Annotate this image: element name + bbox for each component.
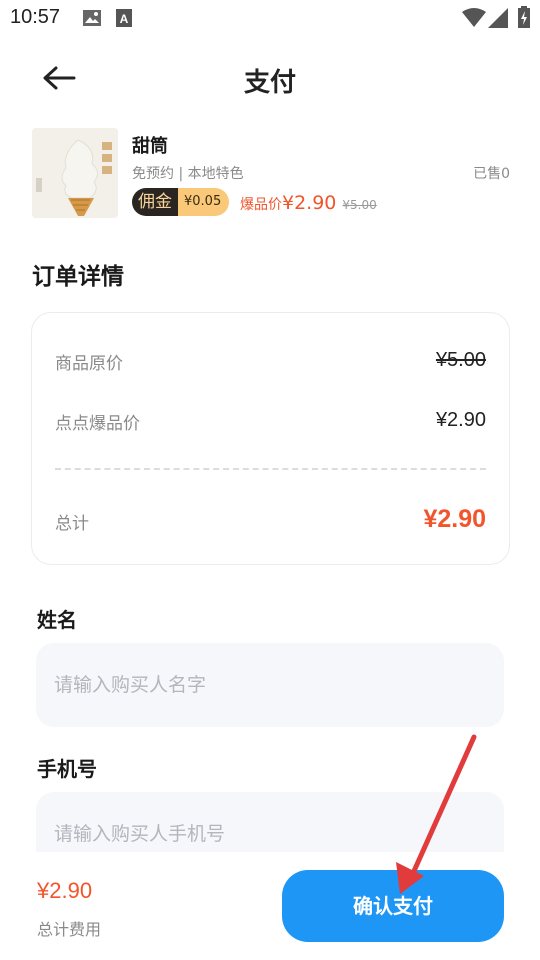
order-details-title: 订单详情 bbox=[32, 264, 124, 290]
product-tags: 免预约 | 本地特色 bbox=[132, 166, 244, 182]
status-bar: 10:57 A bbox=[0, 0, 540, 36]
text-notification-icon: A bbox=[116, 9, 132, 31]
confirm-pay-button[interactable]: 确认支付 bbox=[282, 870, 504, 942]
product-summary: 甜筒 免预约 | 本地特色 已售0 佣金 ¥0.05 爆品价 ¥2.90 ¥5.… bbox=[32, 128, 512, 220]
footer-total-caption: 总计费用 bbox=[37, 920, 102, 939]
page-title: 支付 bbox=[243, 68, 296, 98]
product-image bbox=[32, 128, 118, 218]
footer-total-price: ¥2.90 bbox=[37, 878, 93, 903]
commission-badge: 佣金 ¥0.05 bbox=[132, 188, 230, 216]
dashed-divider bbox=[55, 468, 486, 470]
price-value: ¥2.90 bbox=[282, 192, 337, 214]
product-name: 甜筒 bbox=[132, 136, 168, 157]
name-label: 姓名 bbox=[37, 608, 77, 632]
commission-label: 佣金 bbox=[132, 188, 178, 216]
name-field-box bbox=[36, 643, 504, 727]
total-value: ¥2.90 bbox=[423, 505, 486, 533]
svg-text:A: A bbox=[120, 12, 129, 26]
original-price: ¥5.00 bbox=[342, 198, 377, 212]
price-row: 爆品价 ¥2.90 ¥5.00 bbox=[240, 192, 377, 214]
wifi-icon bbox=[462, 8, 486, 32]
sold-count: 已售0 bbox=[473, 166, 510, 182]
detail-label: 点点爆品价 bbox=[55, 414, 140, 434]
commission-value: ¥0.05 bbox=[178, 188, 230, 216]
footer-bar: ¥2.90 总计费用 确认支付 bbox=[0, 852, 540, 960]
battery-charging-icon bbox=[518, 6, 530, 32]
gallery-notification-icon bbox=[82, 9, 102, 31]
detail-value: ¥2.90 bbox=[435, 409, 486, 431]
order-details-card: 商品原价 ¥5.00 点点爆品价 ¥2.90 总计 ¥2.90 bbox=[31, 312, 510, 565]
header: 支付 bbox=[0, 50, 540, 106]
detail-value: ¥5.00 bbox=[435, 349, 486, 371]
status-time: 10:57 bbox=[10, 6, 61, 28]
detail-label: 商品原价 bbox=[55, 354, 123, 374]
price-label: 爆品价 bbox=[240, 197, 282, 213]
phone-label: 手机号 bbox=[37, 757, 97, 781]
name-input[interactable] bbox=[54, 643, 484, 727]
cell-signal-icon bbox=[488, 8, 508, 32]
total-label: 总计 bbox=[55, 514, 89, 534]
